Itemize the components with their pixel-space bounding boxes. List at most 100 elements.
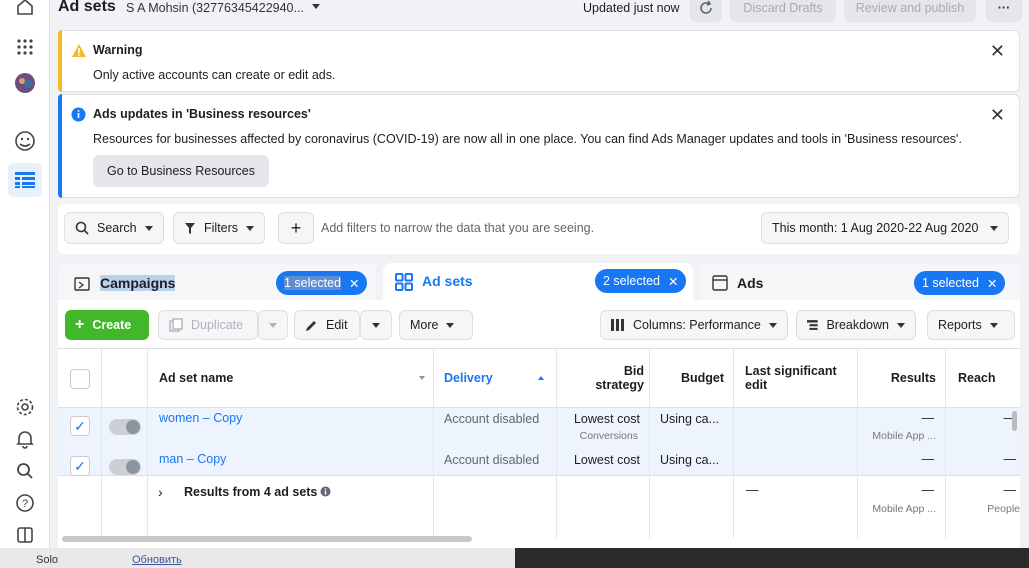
warning-alert: Warning Only active accounts can create … <box>58 30 1020 92</box>
filter-bar: Search Filters + Add filters to narrow t… <box>58 204 1020 254</box>
summary-last-edit: — <box>746 483 759 497</box>
header-results[interactable]: Results <box>862 349 936 407</box>
breakdown-label: Breakdown <box>826 318 889 332</box>
duplicate-button[interactable]: Duplicate <box>158 310 258 340</box>
ads-selected-pill[interactable]: 1 selected ✕ <box>914 271 1006 295</box>
campaigns-selected-pill[interactable]: 1 selected ✕ <box>276 271 368 295</box>
warning-icon <box>72 44 86 57</box>
tab-ad-sets[interactable]: Ad sets 2 selected ✕ <box>383 263 693 303</box>
horizontal-scrollbar[interactable] <box>62 536 472 542</box>
close-icon[interactable]: ✕ <box>349 276 359 291</box>
search-icon[interactable] <box>12 458 38 484</box>
collapse-panel-icon[interactable] <box>12 522 38 548</box>
select-all-checkbox[interactable] <box>70 369 90 389</box>
updated-status: Updated just now <box>583 1 680 15</box>
sort-icon <box>419 376 425 380</box>
ad-sets-selected-pill[interactable]: 2 selected ✕ <box>595 269 687 293</box>
chevron-down-icon <box>897 322 905 328</box>
left-rail: ? <box>0 0 50 556</box>
results-value: — <box>921 411 935 425</box>
vertical-scrollbar[interactable] <box>1012 411 1017 431</box>
help-icon[interactable]: ? <box>12 490 38 516</box>
date-range-dropdown[interactable]: This month: 1 Aug 2020-22 Aug 2020 <box>761 212 1010 244</box>
tab-campaigns[interactable]: Campaigns 1 selected ✕ <box>58 263 376 303</box>
svg-text:?: ? <box>22 498 28 510</box>
create-label: Create <box>92 318 132 332</box>
bid-strategy-value: Lowest cost <box>573 453 640 467</box>
tab-campaigns-label: Campaigns <box>100 275 176 291</box>
header-edit-label: edit <box>745 378 768 392</box>
header-last-significant-edit[interactable]: Last significant edit <box>745 349 855 407</box>
duplicate-dropdown[interactable] <box>258 310 288 340</box>
breakdown-dropdown[interactable]: Breakdown <box>796 310 916 340</box>
row-toggle[interactable] <box>109 459 141 475</box>
header-budget[interactable]: Budget <box>654 349 724 407</box>
header-delivery[interactable]: Delivery <box>444 349 552 407</box>
summary-results-sub: Mobile App ... <box>872 503 936 515</box>
chevron-right-icon[interactable]: › <box>158 484 163 500</box>
ad-set-name-link[interactable]: women – Copy <box>159 411 242 425</box>
background-link[interactable]: Обновить <box>132 554 182 566</box>
delivery-status: Account disabled <box>444 412 540 426</box>
ads-manager-table-icon[interactable] <box>8 163 42 197</box>
add-filter-button[interactable]: + <box>278 212 314 244</box>
dashboard-gauge-icon[interactable] <box>12 128 38 154</box>
summary-reach: — <box>1003 483 1017 497</box>
ad-frame-icon <box>712 275 728 291</box>
chevron-down-icon <box>768 322 777 328</box>
summary-label[interactable]: Results from 4 ad sets <box>184 485 317 499</box>
notifications-bell-icon[interactable] <box>12 426 38 452</box>
summary-reach-sub: People <box>987 503 1020 515</box>
avatar[interactable] <box>12 70 38 96</box>
reports-dropdown[interactable]: Reports <box>927 310 1015 340</box>
chevron-down-icon <box>990 225 999 231</box>
apps-grid-icon[interactable] <box>12 34 38 60</box>
header-bid-strategy[interactable]: Bid strategy <box>562 349 644 407</box>
chevron-down-icon <box>446 322 455 328</box>
refresh-button[interactable] <box>690 0 722 22</box>
tab-ads[interactable]: Ads 1 selected ✕ <box>700 263 1020 303</box>
header-ad-set-name[interactable]: Ad set name <box>159 349 429 407</box>
edit-label: Edit <box>326 318 348 332</box>
close-icon[interactable]: ✕ <box>668 274 678 289</box>
date-range-label: This month: 1 Aug 2020-22 Aug 2020 <box>772 221 979 235</box>
budget-value: Using ca... <box>660 453 720 467</box>
row-checkbox-checked[interactable]: ✓ <box>70 456 90 476</box>
page-title: Ad sets <box>58 0 116 15</box>
info-icon[interactable] <box>320 486 331 497</box>
chevron-down-icon[interactable] <box>312 4 320 9</box>
ad-set-name-link[interactable]: man – Copy <box>159 452 226 466</box>
create-button[interactable]: + Create <box>65 310 149 340</box>
ads-manager-window: ? Ad sets S A Mohsin (32776345422940... … <box>0 0 1029 556</box>
search-dropdown[interactable]: Search <box>64 212 164 244</box>
columns-dropdown[interactable]: Columns: Performance <box>600 310 788 340</box>
more-actions-dropdown[interactable]: More <box>399 310 473 340</box>
settings-gear-icon[interactable] <box>12 394 38 420</box>
summary-results: — <box>921 483 935 497</box>
close-icon[interactable]: ✕ <box>990 41 1005 62</box>
info-accent-bar <box>58 94 62 198</box>
close-icon[interactable]: ✕ <box>987 276 997 291</box>
home-icon[interactable] <box>12 0 38 20</box>
columns-label: Columns: Performance <box>633 318 761 332</box>
go-to-business-resources-button[interactable]: Go to Business Resources <box>93 155 269 187</box>
header-reach[interactable]: Reach <box>958 349 1020 407</box>
review-publish-button[interactable]: Review and publish <box>844 0 976 22</box>
filters-dropdown[interactable]: Filters <box>173 212 266 244</box>
discard-drafts-button[interactable]: Discard Drafts <box>730 0 836 22</box>
header-bar: Ad sets S A Mohsin (32776345422940... Up… <box>50 0 1029 22</box>
reach-value: — <box>1003 452 1017 466</box>
edit-dropdown[interactable] <box>360 310 392 340</box>
duplicate-label: Duplicate <box>191 318 244 332</box>
edit-button[interactable]: Edit <box>294 310 360 340</box>
more-options-button[interactable]: ··· <box>986 0 1022 22</box>
filter-hint[interactable]: Add filters to narrow the data that you … <box>321 221 594 235</box>
info-alert: Ads updates in 'Business resources' Reso… <box>58 94 1020 198</box>
row-toggle[interactable] <box>109 419 141 435</box>
account-selector[interactable]: S A Mohsin (32776345422940... <box>126 1 304 15</box>
row-checkbox-checked[interactable]: ✓ <box>70 416 90 436</box>
close-icon[interactable]: ✕ <box>990 105 1005 126</box>
header-strategy-label: strategy <box>595 378 644 392</box>
warning-title: Warning <box>93 43 143 57</box>
chevron-down-icon <box>989 322 998 328</box>
